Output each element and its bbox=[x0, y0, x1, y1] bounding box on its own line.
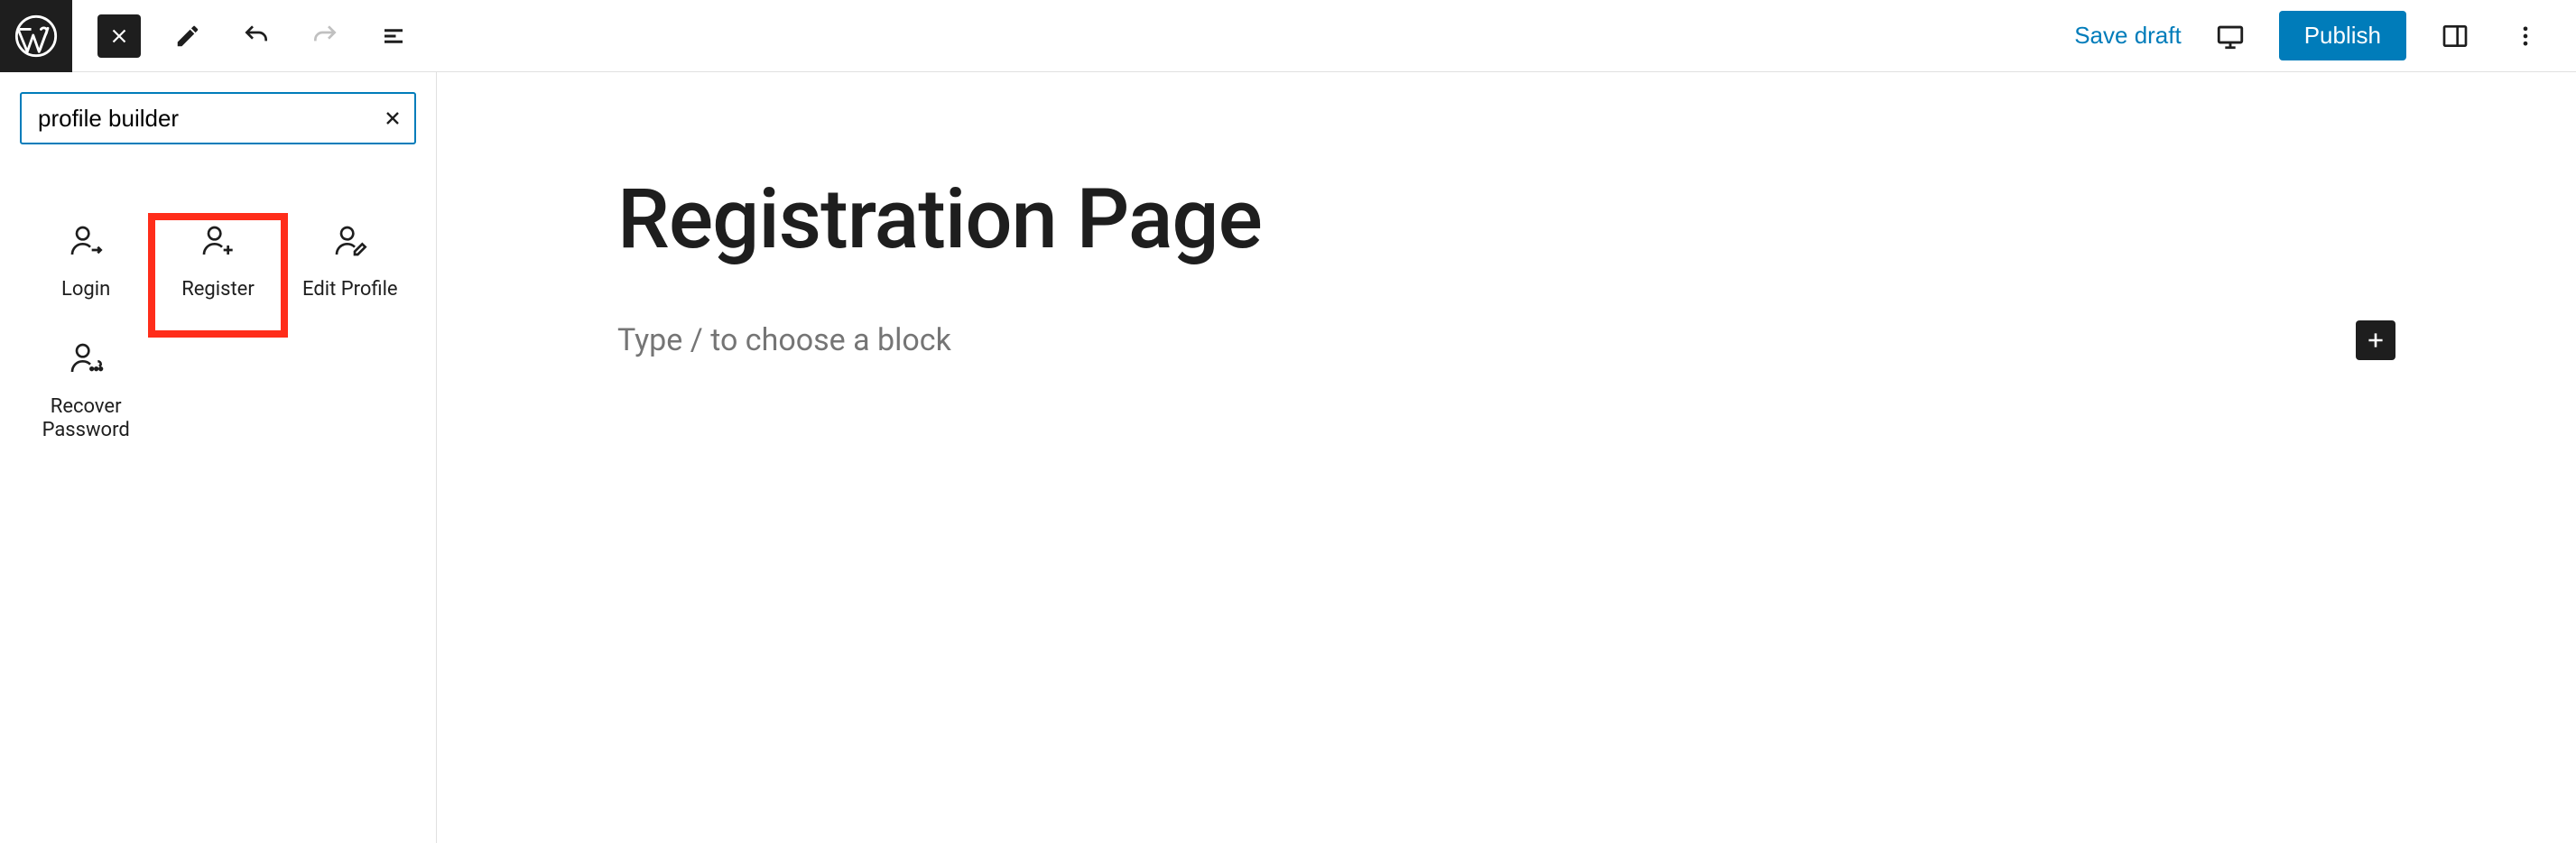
toolbar-left bbox=[72, 14, 415, 58]
close-inserter-button[interactable] bbox=[97, 14, 141, 58]
edit-tool-button[interactable] bbox=[166, 14, 209, 58]
block-search-input[interactable] bbox=[38, 105, 369, 133]
close-icon bbox=[382, 107, 403, 129]
wordpress-icon bbox=[13, 13, 60, 60]
block-appender-row: Type / to choose a block bbox=[617, 320, 2395, 360]
add-block-button[interactable] bbox=[2356, 320, 2395, 360]
plus-icon bbox=[2364, 329, 2387, 352]
pencil-icon bbox=[174, 23, 201, 50]
editor-canvas[interactable]: Registration Page Type / to choose a blo… bbox=[437, 72, 2576, 843]
block-item-login[interactable]: Login bbox=[20, 217, 152, 334]
desktop-icon bbox=[2215, 21, 2246, 51]
redo-button[interactable] bbox=[303, 14, 347, 58]
block-label: Edit Profile bbox=[302, 278, 398, 301]
toolbar-right: Save draft Publish bbox=[2074, 11, 2576, 60]
block-label: Login bbox=[61, 278, 110, 301]
sidebar-icon bbox=[2441, 22, 2469, 51]
block-label: Register bbox=[181, 278, 255, 301]
editor-body: Login Register Edit Pr bbox=[0, 72, 2576, 843]
undo-button[interactable] bbox=[235, 14, 278, 58]
user-recover-icon bbox=[67, 339, 105, 377]
block-item-recover-password[interactable]: Recover Password bbox=[20, 334, 152, 451]
redo-icon bbox=[310, 22, 339, 51]
user-login-icon bbox=[67, 222, 105, 260]
options-button[interactable] bbox=[2504, 14, 2547, 58]
document-overview-button[interactable] bbox=[372, 14, 415, 58]
block-item-edit-profile[interactable]: Edit Profile bbox=[284, 217, 416, 334]
user-register-icon bbox=[199, 222, 236, 260]
preview-button[interactable] bbox=[2209, 14, 2252, 58]
top-toolbar: Save draft Publish bbox=[0, 0, 2576, 72]
search-clear-button[interactable] bbox=[382, 107, 403, 129]
page-title[interactable]: Registration Page bbox=[617, 171, 2395, 268]
user-edit-icon bbox=[331, 222, 369, 260]
block-placeholder[interactable]: Type / to choose a block bbox=[617, 322, 2356, 358]
block-label: Recover Password bbox=[27, 395, 144, 443]
undo-icon bbox=[242, 22, 271, 51]
block-results-grid: Login Register Edit Pr bbox=[20, 217, 416, 451]
block-item-register[interactable]: Register bbox=[152, 217, 283, 334]
wordpress-logo[interactable] bbox=[0, 0, 72, 72]
publish-button[interactable]: Publish bbox=[2279, 11, 2406, 60]
block-search bbox=[20, 92, 416, 144]
settings-sidebar-toggle[interactable] bbox=[2433, 14, 2477, 58]
list-view-icon bbox=[380, 23, 407, 50]
save-draft-button[interactable]: Save draft bbox=[2074, 22, 2182, 50]
more-vertical-icon bbox=[2513, 23, 2538, 49]
close-icon bbox=[107, 24, 131, 48]
block-inserter-panel: Login Register Edit Pr bbox=[0, 72, 437, 843]
